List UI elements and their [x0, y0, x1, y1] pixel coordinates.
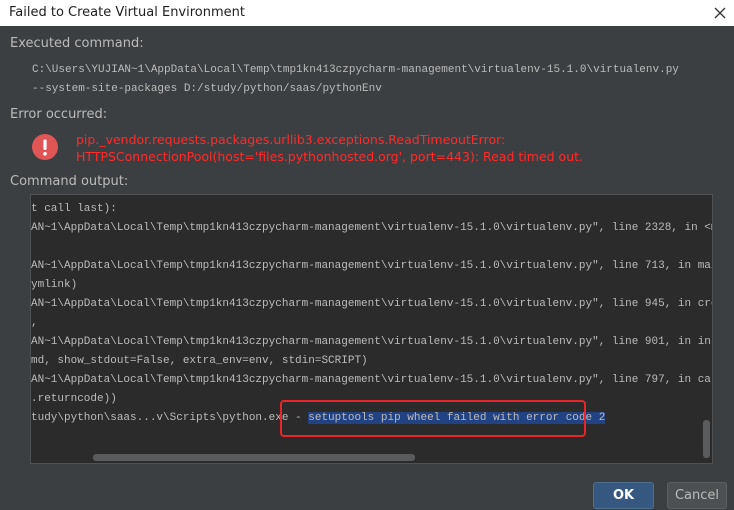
error-heading: Error occurred: [10, 107, 108, 122]
executed-command-line-1: C:\Users\YUJIAN~1\AppData\Local\Temp\tmp… [32, 64, 679, 76]
output-line: AN~1\AppData\Local\Temp\tmp1kn413czpycha… [31, 222, 713, 234]
title-bar: Failed to Create Virtual Environment [0, 0, 734, 26]
executed-command-line-2: --system-site-packages D:/study/python/s… [32, 83, 382, 95]
output-line: , [31, 317, 38, 329]
output-line: t call last): [31, 203, 117, 215]
error-icon [32, 134, 58, 160]
close-icon[interactable] [706, 0, 734, 26]
vertical-scrollbar-thumb[interactable] [703, 420, 710, 458]
executed-command-heading: Executed command: [10, 36, 144, 51]
output-line-final-prefix: tudy\python\saas...v\Scripts\python.exe … [31, 412, 309, 424]
error-message-line-1: pip._vendor.requests.packages.urllib3.ex… [76, 132, 506, 147]
command-output-heading: Command output: [10, 174, 129, 189]
horizontal-scrollbar-thumb[interactable] [93, 454, 415, 461]
highlight-annotation-box [280, 400, 586, 437]
cancel-button[interactable]: Cancel [667, 482, 727, 509]
output-line: AN~1\AppData\Local\Temp\tmp1kn413czpycha… [31, 260, 713, 272]
output-line: AN~1\AppData\Local\Temp\tmp1kn413czpycha… [31, 336, 713, 348]
window-title: Failed to Create Virtual Environment [9, 5, 245, 20]
error-message-line-2: HTTPSConnectionPool(host='files.pythonho… [76, 149, 583, 164]
output-line: .returncode)) [31, 393, 117, 405]
output-line: AN~1\AppData\Local\Temp\tmp1kn413czpycha… [31, 298, 713, 310]
output-line: AN~1\AppData\Local\Temp\tmp1kn413czpycha… [31, 374, 713, 386]
ok-button[interactable]: OK [593, 482, 654, 509]
output-line: ymlink) [31, 279, 78, 291]
output-line: md, show_stdout=False, extra_env=env, st… [31, 355, 368, 367]
